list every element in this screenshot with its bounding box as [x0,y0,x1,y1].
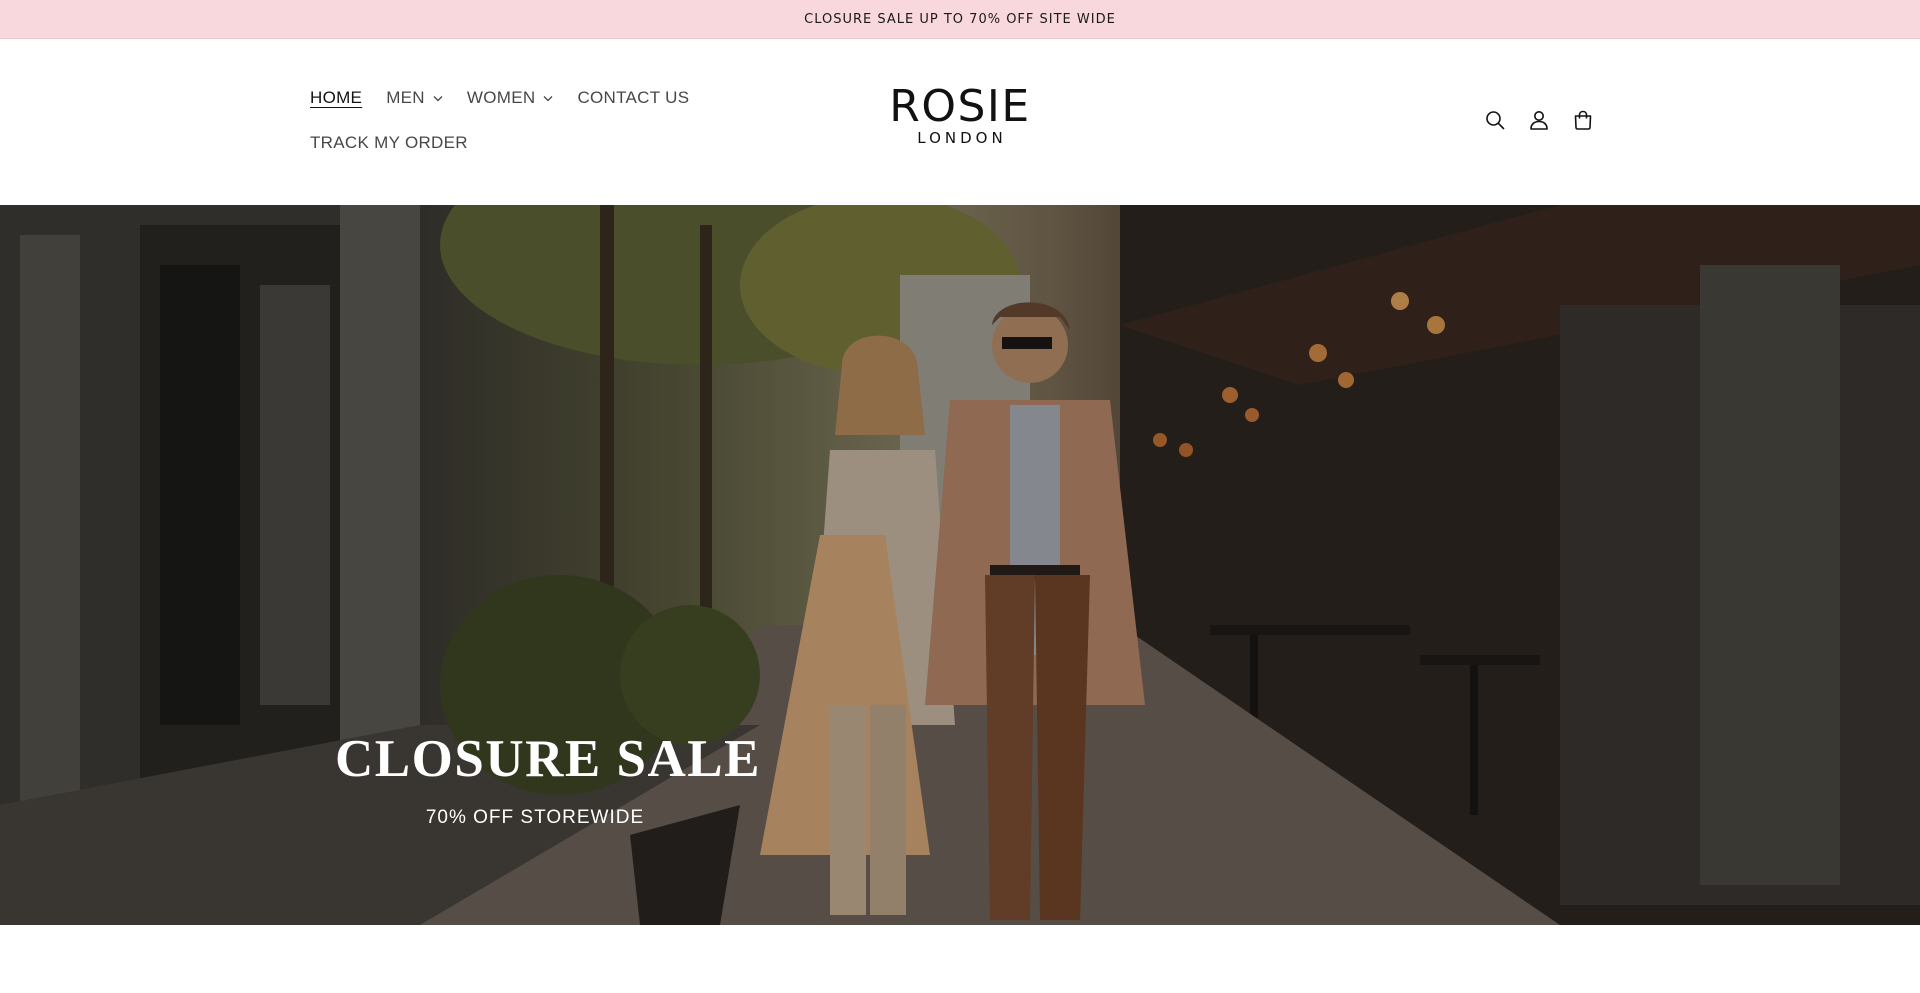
logo-main-text: ROSIE [889,81,1031,132]
nav-men-label: MEN [386,88,425,107]
cart-icon [1574,110,1592,130]
announcement-text: CLOSURE SALE UP TO 70% OFF SITE WIDE [804,11,1116,27]
chevron-down-icon [543,95,553,102]
site-logo[interactable]: ROSIE LONDON [880,85,1040,146]
nav-contact-us[interactable]: CONTACT US [577,88,689,108]
main-nav: HOME MEN WOMEN CONTACT US TRACK MY ORDER [310,87,730,154]
nav-home-label: HOME [310,88,363,107]
page-content-area [0,925,1920,993]
chevron-down-icon [433,95,443,102]
logo-sub-text: LONDON [917,129,1007,147]
nav-track-my-order-label: TRACK MY ORDER [310,133,468,152]
account-icon [1530,111,1548,130]
nav-track-my-order[interactable]: TRACK MY ORDER [310,133,468,153]
hero-overlay [0,205,1920,925]
hero-title: CLOSURE SALE [335,730,761,788]
search-icon [1486,111,1505,130]
nav-women[interactable]: WOMEN [467,88,554,108]
announcement-bar: CLOSURE SALE UP TO 70% OFF SITE WIDE [0,0,1920,39]
nav-contact-us-label: CONTACT US [577,88,690,107]
hero-subtitle: 70% OFF STOREWIDE [425,807,645,828]
account-button[interactable] [1527,108,1551,132]
nav-home[interactable]: HOME [310,88,362,108]
nav-men[interactable]: MEN [386,88,443,108]
nav-women-label: WOMEN [466,88,536,107]
site-header: HOME MEN WOMEN CONTACT US TRACK MY ORDER [0,39,1920,205]
search-button[interactable] [1483,108,1507,132]
hero-banner[interactable]: CLOSURE SALE 70% OFF STOREWIDE [0,205,1920,925]
cart-button[interactable] [1571,108,1595,132]
header-icons [1483,108,1595,132]
